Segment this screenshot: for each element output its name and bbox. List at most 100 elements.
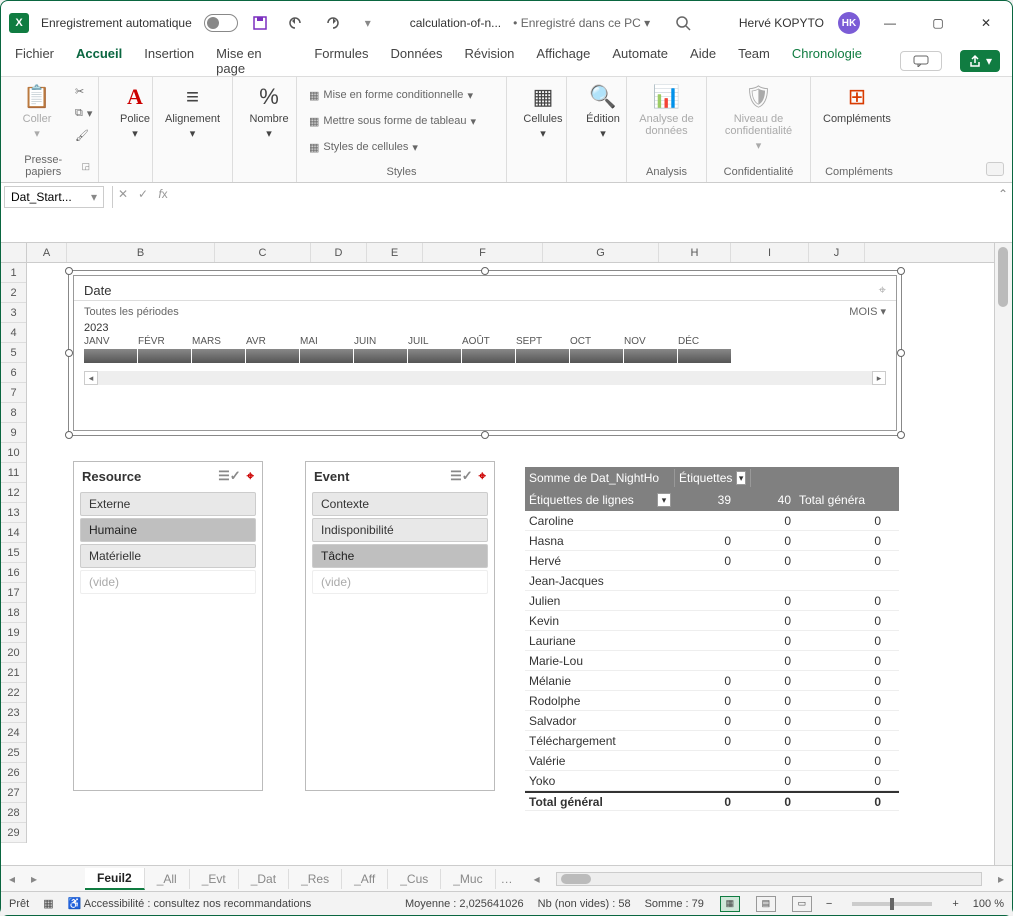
row-header-8[interactable]: 8 [1, 403, 26, 423]
row-header-14[interactable]: 14 [1, 523, 26, 543]
name-box[interactable]: Dat_Start...▾ [4, 186, 104, 208]
tab-données[interactable]: Données [389, 42, 445, 80]
tab-team[interactable]: Team [736, 42, 772, 80]
cells-button[interactable]: ▦Cellules▾ [515, 81, 571, 142]
col-header-B[interactable]: B [67, 243, 215, 262]
worksheet-grid[interactable]: ABCDEFGHIJ 12345678910111213141516171819… [1, 243, 1012, 865]
qat-overflow[interactable]: ▾ [354, 9, 382, 37]
timeline-slicer[interactable]: Date ⌖ Toutes les périodes MOIS ▾ 2023 J… [73, 275, 897, 431]
pivot-row[interactable]: Julien00 [525, 591, 899, 611]
slicer-resource[interactable]: Resource☰✓⌖ExterneHumaineMatérielle(vide… [73, 461, 263, 791]
clear-filter-icon[interactable]: ⌖ [479, 468, 486, 484]
view-normal[interactable]: ▦ [720, 896, 740, 912]
sheet-tab-muc[interactable]: _Muc [441, 869, 495, 889]
sheet-tab-cus[interactable]: _Cus [388, 869, 441, 889]
row-header-12[interactable]: 12 [1, 483, 26, 503]
tab-révision[interactable]: Révision [463, 42, 517, 80]
sheet-menu[interactable]: … [496, 872, 518, 886]
col-header-H[interactable]: H [659, 243, 731, 262]
undo-button[interactable] [282, 9, 310, 37]
zoom-level[interactable]: 100 % [973, 898, 1004, 910]
editing-button[interactable]: 🔍Édition▾ [575, 81, 631, 142]
pivot-row[interactable]: Jean-Jacques [525, 571, 899, 591]
row-header-18[interactable]: 18 [1, 603, 26, 623]
tab-aide[interactable]: Aide [688, 42, 718, 80]
comments-button[interactable] [900, 51, 942, 71]
maximize-button[interactable]: ▢ [920, 9, 956, 37]
analyze-data-button[interactable]: 📊Analyse de données [635, 81, 698, 139]
copy-button[interactable]: ⧉▾ [71, 103, 96, 123]
sheet-tab-res[interactable]: _Res [289, 869, 342, 889]
col-header-J[interactable]: J [809, 243, 865, 262]
row-header-15[interactable]: 15 [1, 543, 26, 563]
row-header-4[interactable]: 4 [1, 323, 26, 343]
pivot-row[interactable]: Caroline00 [525, 511, 899, 531]
format-painter-button[interactable]: 🖌 [71, 125, 96, 145]
row-header-2[interactable]: 2 [1, 283, 26, 303]
multiselect-icon[interactable]: ☰✓ [450, 468, 473, 484]
sheet-tab-evt[interactable]: _Evt [190, 869, 239, 889]
clear-filter-icon[interactable]: ⌖ [247, 468, 254, 484]
perf-icon[interactable]: ▦ [43, 897, 53, 910]
minimize-button[interactable]: — [872, 9, 908, 37]
row-header-7[interactable]: 7 [1, 383, 26, 403]
alignment-button[interactable]: ≡Alignement▾ [161, 81, 224, 142]
slicer-item-vide[interactable]: (vide) [80, 570, 256, 594]
conditional-format-button[interactable]: ▦Mise en forme conditionnelle ▾ [305, 85, 480, 105]
pivot-row[interactable]: Kevin00 [525, 611, 899, 631]
tab-accueil[interactable]: Accueil [74, 42, 124, 80]
sheet-tab-active[interactable]: Feuil2 [85, 868, 145, 890]
row-header-27[interactable]: 27 [1, 783, 26, 803]
cut-button[interactable]: ✂ [71, 81, 96, 101]
col-header-D[interactable]: D [311, 243, 367, 262]
ribbon-collapse-button[interactable] [986, 162, 1004, 176]
formula-input[interactable] [173, 183, 994, 239]
horizontal-scrollbar[interactable] [556, 872, 982, 886]
select-all-corner[interactable] [1, 243, 27, 262]
row-header-19[interactable]: 19 [1, 623, 26, 643]
pivot-row[interactable]: Hasna000 [525, 531, 899, 551]
cancel-formula-button[interactable]: ✕ [113, 183, 133, 205]
tab-insertion[interactable]: Insertion [142, 42, 196, 80]
pivot-row[interactable]: Marie-Lou00 [525, 651, 899, 671]
slicer-item-vide[interactable]: (vide) [312, 570, 488, 594]
sheet-next[interactable]: ▸ [23, 872, 45, 886]
vertical-scrollbar[interactable] [994, 243, 1012, 865]
col-header-E[interactable]: E [367, 243, 423, 262]
tab-affichage[interactable]: Affichage [534, 42, 592, 80]
formula-collapse-button[interactable]: ⌃ [994, 183, 1012, 201]
slicer-item-indisponibilité[interactable]: Indisponibilité [312, 518, 488, 542]
number-button[interactable]: %Nombre▾ [241, 81, 297, 142]
cell-styles-button[interactable]: ▦Styles de cellules ▾ [305, 137, 480, 157]
pivot-row[interactable]: Yoko00 [525, 771, 899, 791]
row-header-29[interactable]: 29 [1, 823, 26, 843]
row-header-11[interactable]: 11 [1, 463, 26, 483]
zoom-in[interactable]: + [952, 898, 958, 910]
col-header-G[interactable]: G [543, 243, 659, 262]
redo-button[interactable] [318, 9, 346, 37]
slicer-event[interactable]: Event☰✓⌖ContexteIndisponibilitéTâche(vid… [305, 461, 495, 791]
zoom-out[interactable]: − [826, 898, 832, 910]
col-header-I[interactable]: I [731, 243, 809, 262]
slicer-item-tâche[interactable]: Tâche [312, 544, 488, 568]
tab-formules[interactable]: Formules [312, 42, 370, 80]
avatar[interactable]: HK [838, 12, 860, 34]
slicer-item-contexte[interactable]: Contexte [312, 492, 488, 516]
row-header-16[interactable]: 16 [1, 563, 26, 583]
fx-button[interactable]: fx [153, 183, 173, 205]
row-header-5[interactable]: 5 [1, 343, 26, 363]
col-filter-chip[interactable]: ▾ [736, 471, 746, 485]
tab-chronologie[interactable]: Chronologie [790, 42, 864, 80]
slicer-item-matérielle[interactable]: Matérielle [80, 544, 256, 568]
pivot-row[interactable]: Hervé000 [525, 551, 899, 571]
tab-fichier[interactable]: Fichier [13, 42, 56, 80]
row-header-1[interactable]: 1 [1, 263, 26, 283]
row-header-17[interactable]: 17 [1, 583, 26, 603]
sheet-prev[interactable]: ◂ [1, 872, 23, 886]
sheet-tab-all[interactable]: _All [145, 869, 190, 889]
pivot-row[interactable]: Rodolphe000 [525, 691, 899, 711]
view-page-layout[interactable]: ▤ [756, 896, 776, 912]
row-header-10[interactable]: 10 [1, 443, 26, 463]
privacy-button[interactable]: 🛡Niveau de confidentialité▾ [715, 81, 802, 154]
row-header-3[interactable]: 3 [1, 303, 26, 323]
